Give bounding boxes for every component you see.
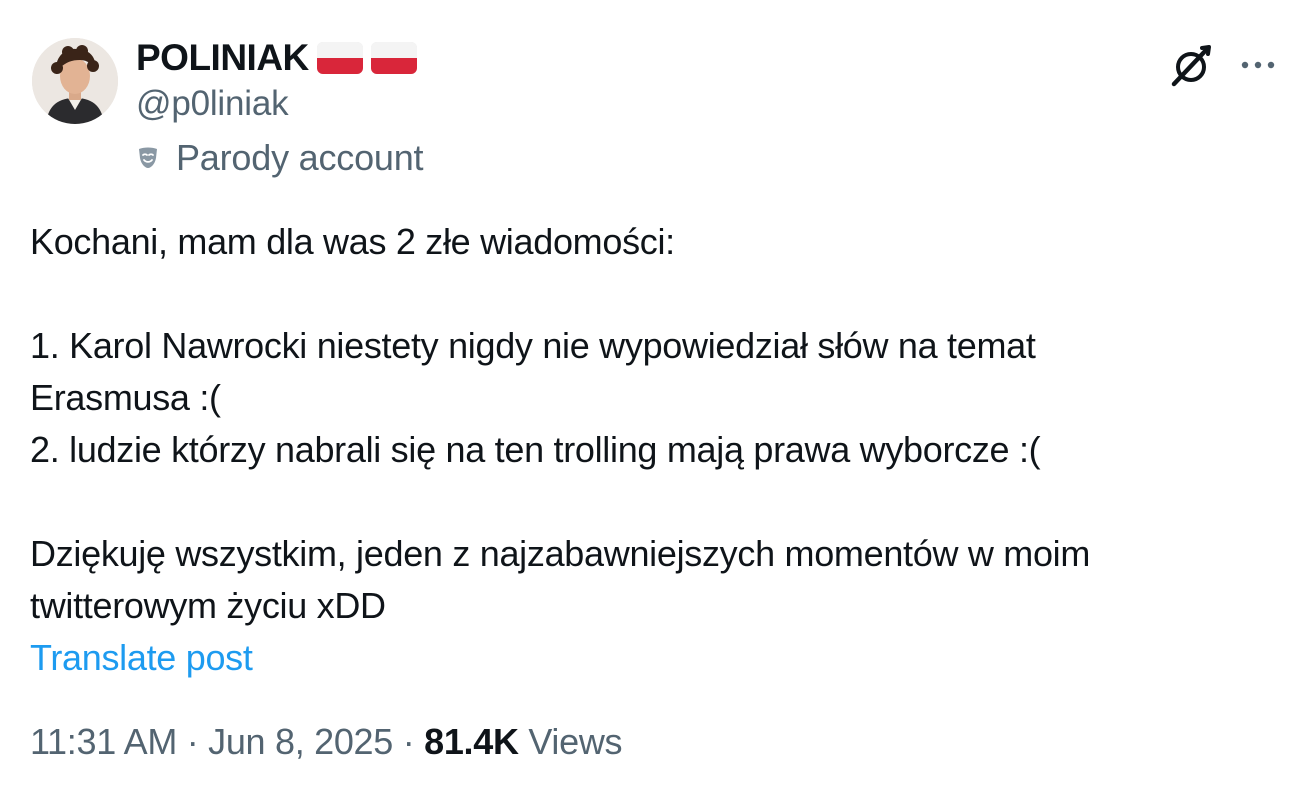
views-count[interactable]: 81.4K <box>424 721 519 762</box>
post-actions <box>1166 40 1278 90</box>
post-text-line: twitterowym życiu xDD <box>30 585 386 626</box>
name-row: POLINIAK <box>136 36 423 80</box>
grok-icon[interactable] <box>1166 40 1216 90</box>
poland-flag-icon <box>316 42 363 74</box>
views-label: Views <box>528 721 623 762</box>
poland-flag-icon <box>370 42 417 74</box>
post-text-line: Dziękuję wszystkim, jeden z najzabawniej… <box>30 533 1091 574</box>
display-name[interactable]: POLINIAK <box>136 36 309 80</box>
theater-mask-icon <box>139 147 157 168</box>
post-card: POLINIAK @p0liniak Parody account Kochan… <box>0 0 1306 802</box>
post-meta: 11:31 AM · Jun 8, 2025 · 81.4K Views <box>30 716 623 768</box>
post-text-line: Erasmusa :( <box>30 377 221 418</box>
post-text-blank-line <box>30 476 1280 528</box>
post-date[interactable]: Jun 8, 2025 <box>208 721 393 762</box>
parody-label-row: Parody account <box>136 136 424 180</box>
meta-separator: · <box>177 721 209 762</box>
post-text-line: 2. ludzie którzy nabrali się na ten trol… <box>30 429 1041 470</box>
meta-separator: · <box>393 721 425 762</box>
avatar-image <box>32 38 118 124</box>
avatar[interactable] <box>32 38 118 124</box>
translate-post-link[interactable]: Translate post <box>30 632 253 684</box>
post-text-blank-line <box>30 268 1280 320</box>
user-handle[interactable]: @p0liniak <box>136 82 423 126</box>
post-time[interactable]: 11:31 AM <box>30 721 177 762</box>
post-header: POLINIAK @p0liniak Parody account <box>136 36 424 180</box>
post-text-line: 1. Karol Nawrocki niestety nigdy nie wyp… <box>30 325 1036 366</box>
more-dots-icon[interactable] <box>1238 45 1278 85</box>
post-text: Kochani, mam dla was 2 złe wiadomości: 1… <box>30 216 1280 632</box>
post-text-line: Kochani, mam dla was 2 złe wiadomości: <box>30 221 675 262</box>
parody-account-label: Parody account <box>176 137 424 178</box>
